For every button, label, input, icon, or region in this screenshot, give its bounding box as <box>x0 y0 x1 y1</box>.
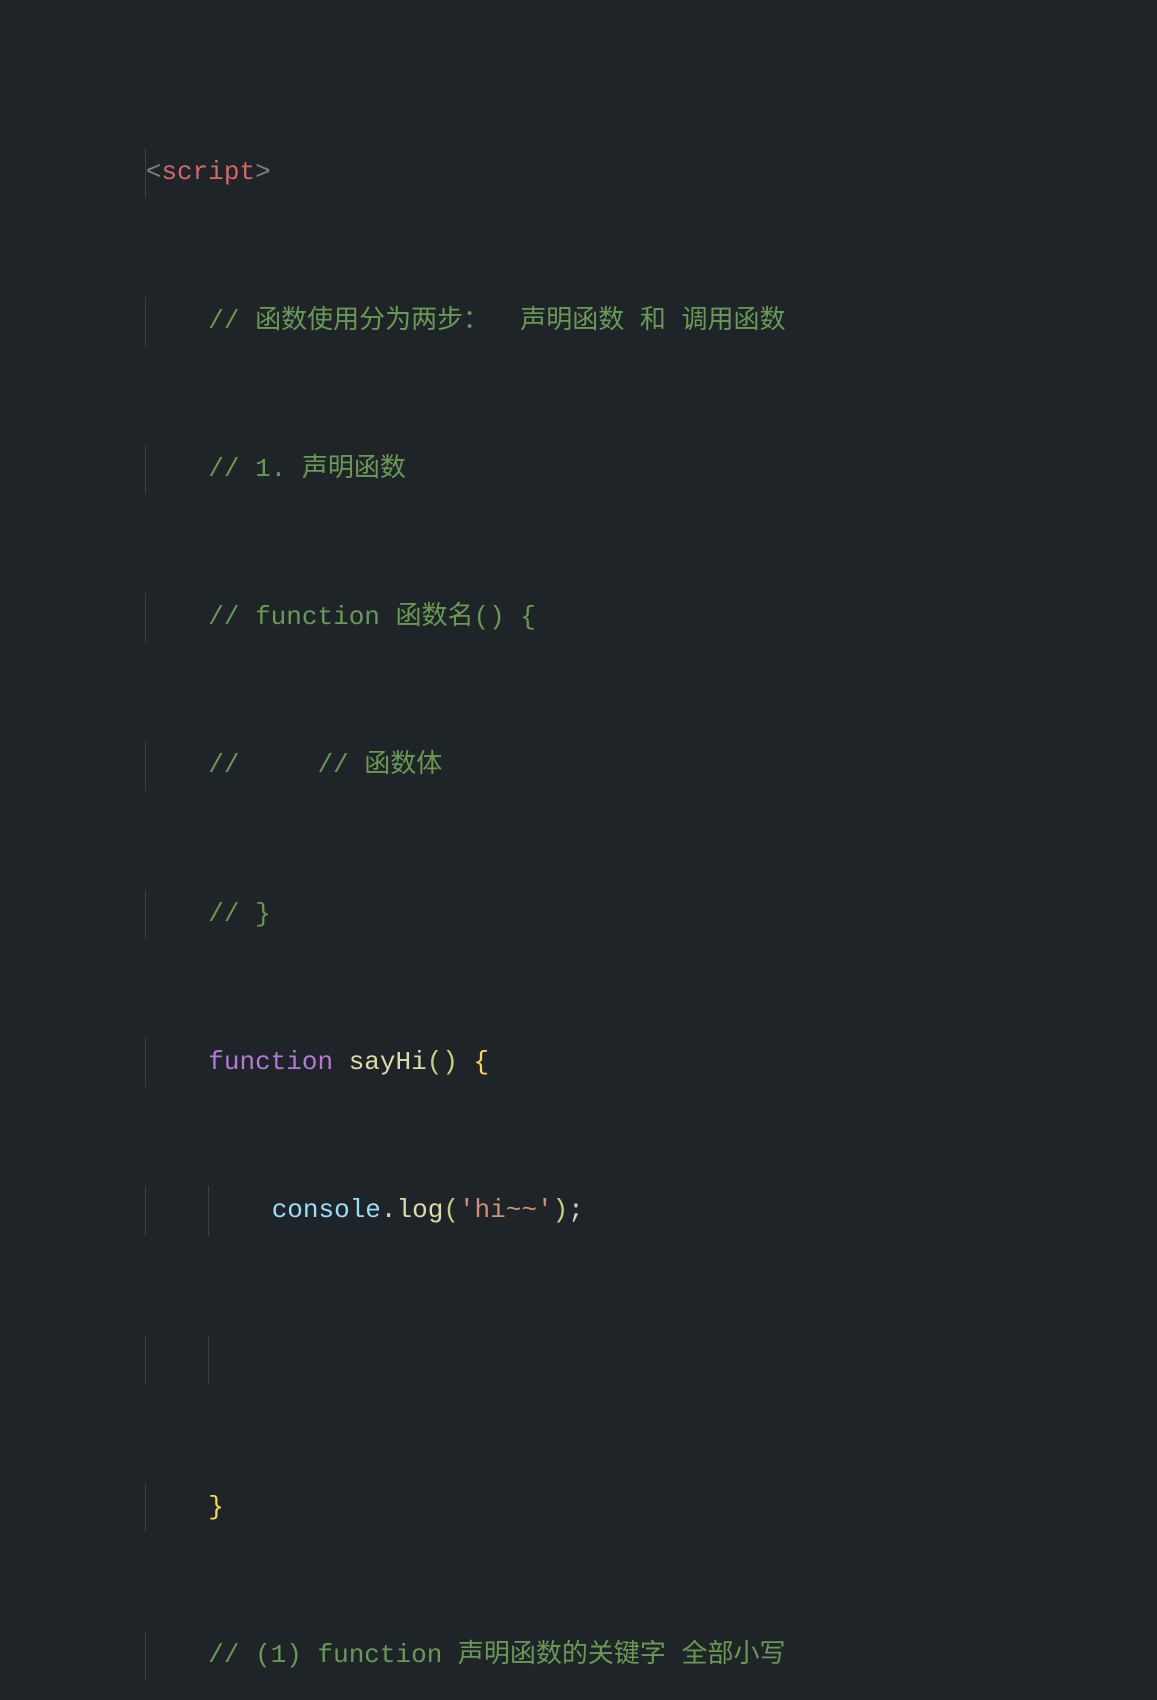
code-line[interactable]: } <box>0 1433 1157 1483</box>
comment: // // 函数体 <box>208 750 442 780</box>
tag-close-bracket: > <box>255 157 271 187</box>
space <box>458 1047 474 1077</box>
comment: // 函数使用分为两步： 声明函数 和 调用函数 <box>208 306 785 336</box>
code-editor[interactable]: <script> // 函数使用分为两步： 声明函数 和 调用函数 // 1. … <box>0 0 1157 1700</box>
space <box>333 1047 349 1077</box>
paren-close: ) <box>442 1047 458 1077</box>
tag-name: script <box>161 157 255 187</box>
method-log: log <box>397 1195 444 1225</box>
paren-close: ) <box>553 1195 569 1225</box>
code-line[interactable]: // } <box>0 840 1157 890</box>
comment: // } <box>208 899 270 929</box>
code-line[interactable]: // 函数使用分为两步： 声明函数 和 调用函数 <box>0 247 1157 297</box>
code-line[interactable]: console.log('hi~~'); <box>0 1137 1157 1187</box>
brace-open: { <box>474 1047 490 1077</box>
function-name: sayHi <box>349 1047 427 1077</box>
code-line[interactable]: // // 函数体 <box>0 692 1157 742</box>
tag-open-bracket: < <box>146 157 162 187</box>
brace-close: } <box>208 1492 224 1522</box>
code-line[interactable]: // 1. 声明函数 <box>0 395 1157 445</box>
string-literal: 'hi~~' <box>459 1195 553 1225</box>
code-line[interactable]: <script> <box>0 99 1157 149</box>
dot: . <box>381 1195 397 1225</box>
code-line[interactable]: // function 函数名() { <box>0 544 1157 594</box>
semicolon: ; <box>568 1195 584 1225</box>
code-line[interactable] <box>0 1285 1157 1335</box>
comment: // (1) function 声明函数的关键字 全部小写 <box>208 1640 785 1670</box>
comment: // 1. 声明函数 <box>208 454 406 484</box>
object-console: console <box>272 1195 381 1225</box>
code-line[interactable]: function sayHi() { <box>0 988 1157 1038</box>
keyword-function: function <box>208 1047 333 1077</box>
comment: // function 函数名() { <box>208 602 536 632</box>
code-line[interactable]: // (1) function 声明函数的关键字 全部小写 <box>0 1582 1157 1632</box>
paren-open: ( <box>427 1047 443 1077</box>
paren-open: ( <box>443 1195 459 1225</box>
